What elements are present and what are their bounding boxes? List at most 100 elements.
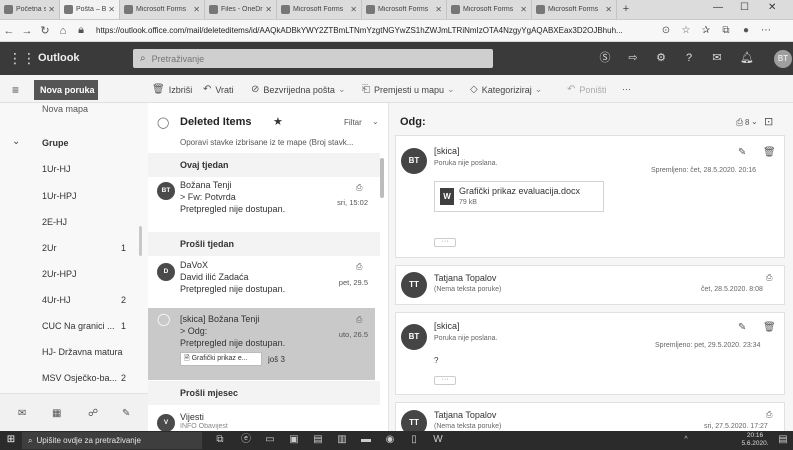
- my-day-icon[interactable]: ⇨: [626, 51, 640, 65]
- select-all-checkbox[interactable]: ◯: [157, 116, 169, 129]
- message-preview[interactable]: Pretpregled nije dostupan.: [180, 338, 285, 348]
- browser-tab[interactable]: Microsoft Forms ✕: [532, 0, 617, 19]
- message-subject[interactable]: > Fw: Potvrda: [180, 192, 236, 202]
- browser-menu-icon[interactable]: ⋯: [756, 25, 776, 36]
- message-sender[interactable]: Vijesti: [180, 412, 204, 422]
- app-icon[interactable]: ▥: [336, 434, 348, 446]
- windows-start-icon[interactable]: ⊞: [5, 434, 17, 446]
- forward-icon[interactable]: →: [18, 25, 36, 37]
- show-more-button[interactable]: ···: [434, 238, 456, 247]
- new-tab-button[interactable]: +: [617, 0, 635, 19]
- message-subject[interactable]: David ilić Zadaća: [180, 272, 249, 282]
- restore-button[interactable]: ↶ Vrati: [203, 84, 234, 95]
- close-icon[interactable]: ✕: [435, 5, 442, 14]
- browser-tab[interactable]: Microsoft Forms ✕: [277, 0, 362, 19]
- folder-item[interactable]: 1Ur-HJ: [42, 164, 71, 174]
- search-input[interactable]: [151, 53, 472, 64]
- notifications-icon[interactable]: ▤: [777, 434, 789, 446]
- attachment-count[interactable]: 8: [745, 118, 749, 127]
- folder-item[interactable]: Nova mapa: [42, 104, 88, 114]
- show-more-button[interactable]: ···: [434, 376, 456, 385]
- folder-item[interactable]: 1Ur-HPJ: [42, 191, 77, 201]
- close-icon[interactable]: ✕: [108, 5, 115, 14]
- files-icon[interactable]: ▤: [312, 434, 324, 446]
- message-sender[interactable]: [skica] Božana Tenji: [180, 314, 259, 324]
- list-scrollbar[interactable]: [380, 158, 384, 198]
- profile-icon[interactable]: ●: [736, 25, 756, 36]
- tray-icons[interactable]: ^ ☁ ▭ ◢ ◁: [680, 434, 692, 450]
- people-icon[interactable]: ☍: [88, 408, 98, 419]
- back-icon[interactable]: ←: [0, 25, 18, 37]
- feedback-icon[interactable]: ✉: [710, 51, 724, 65]
- message-preview[interactable]: Pretpregled nije dostupan.: [180, 284, 285, 294]
- browser-tab[interactable]: Microsoft Forms ✕: [120, 0, 205, 19]
- folder-item[interactable]: HJ- Državna matura: [42, 347, 123, 357]
- select-checkbox[interactable]: ◯: [157, 312, 170, 326]
- trash-icon[interactable]: 🗑︎: [763, 322, 776, 333]
- message-subject[interactable]: > Odg:: [180, 326, 207, 336]
- app-icon[interactable]: ▯: [408, 434, 420, 446]
- edit-icon[interactable]: ✎: [738, 322, 746, 333]
- notifications-icon[interactable]: 🔔︎: [740, 51, 754, 65]
- message-card[interactable]: [395, 265, 785, 305]
- favorite-star-icon[interactable]: ★: [273, 115, 283, 128]
- close-icon[interactable]: ✕: [193, 5, 200, 14]
- edit-icon[interactable]: ✎: [738, 147, 746, 158]
- folder-group-header[interactable]: Grupe: [42, 138, 69, 148]
- browser-tab[interactable]: Microsoft Forms ✕: [362, 0, 447, 19]
- permissions-icon[interactable]: ⊙: [656, 25, 676, 36]
- maximize-icon[interactable]: ☐: [740, 2, 749, 13]
- close-window-icon[interactable]: ✕: [768, 2, 776, 13]
- edge-icon[interactable]: ⓔ: [240, 434, 252, 446]
- task-view-icon[interactable]: ⧉: [214, 434, 226, 446]
- trash-icon[interactable]: 🗑︎: [763, 147, 776, 158]
- close-icon[interactable]: ✕: [350, 5, 357, 14]
- minimize-icon[interactable]: —: [713, 2, 723, 13]
- favorites-bar-icon[interactable]: ✰: [696, 25, 716, 36]
- message-subject[interactable]: INFO Obavijest: [180, 423, 228, 430]
- message-preview[interactable]: Pretpregled nije dostupan.: [180, 204, 285, 214]
- account-avatar[interactable]: BT: [774, 50, 792, 68]
- home-icon[interactable]: ⌂: [54, 25, 72, 37]
- undo-button[interactable]: ↶ Poništi: [567, 84, 606, 95]
- delete-button[interactable]: 🗑︎ Izbriši: [152, 84, 192, 95]
- app-launcher-icon[interactable]: ⋮⋮: [8, 51, 36, 65]
- close-icon[interactable]: ✕: [605, 5, 612, 14]
- calendar-icon[interactable]: ▦: [52, 408, 61, 419]
- move-to-button[interactable]: ⎗ Premjesti u mapu ⌄: [362, 84, 455, 95]
- folder-scrollbar[interactable]: [139, 226, 142, 256]
- more-attachments-link[interactable]: još 3: [268, 355, 285, 364]
- url-field[interactable]: https://outlook.office.com/mail/deletedi…: [96, 26, 656, 35]
- attachment-chip[interactable]: 🗎︎ Grafički prikaz e...: [180, 352, 262, 366]
- message-sender[interactable]: DaVoX: [180, 260, 208, 270]
- folder-item[interactable]: CUC Na granici ...: [42, 321, 115, 331]
- chrome-icon[interactable]: ◉: [384, 434, 396, 446]
- browser-tab[interactable]: Početna stranica✕: [0, 0, 60, 19]
- browser-tab[interactable]: Files - OneDrive✕: [205, 0, 277, 19]
- folder-item[interactable]: MSV Osječko-ba...: [42, 373, 117, 383]
- browser-tab[interactable]: Microsoft Forms ✕: [447, 0, 532, 19]
- mail-app-icon[interactable]: ▭: [264, 434, 276, 446]
- mail-icon[interactable]: ✉: [18, 408, 26, 419]
- junk-button[interactable]: ⊘ Bezvrijedna pošta ⌄: [251, 84, 345, 95]
- taskbar-search[interactable]: ⌕ Upišite ovdje za pretraživanje: [22, 432, 202, 449]
- chevron-down-icon[interactable]: ⌄: [12, 136, 20, 147]
- attach-icon[interactable]: ✎: [122, 408, 130, 419]
- folder-item[interactable]: 2Ur-HPJ: [42, 269, 77, 279]
- filter-button[interactable]: Filtar: [344, 118, 362, 127]
- close-icon[interactable]: ✕: [48, 5, 55, 14]
- folder-item[interactable]: 2Ur: [42, 243, 57, 253]
- skype-icon[interactable]: Ⓢ: [598, 51, 612, 65]
- folder-item[interactable]: 4Ur-HJ: [42, 295, 71, 305]
- explorer-icon[interactable]: ▬: [360, 434, 372, 446]
- word-icon[interactable]: W: [432, 434, 444, 446]
- help-icon[interactable]: ?: [682, 51, 696, 65]
- hamburger-menu-icon[interactable]: ≡: [12, 83, 19, 97]
- refresh-icon[interactable]: ↻: [36, 24, 54, 37]
- store-icon[interactable]: ▣: [288, 434, 300, 446]
- search-box[interactable]: ⌕: [133, 49, 493, 68]
- new-message-button[interactable]: Nova poruka: [34, 80, 98, 100]
- favorite-icon[interactable]: ☆: [676, 25, 696, 36]
- settings-icon[interactable]: ⚙: [654, 51, 668, 65]
- categorize-button[interactable]: ◇ Kategoriziraj ⌄: [470, 84, 542, 95]
